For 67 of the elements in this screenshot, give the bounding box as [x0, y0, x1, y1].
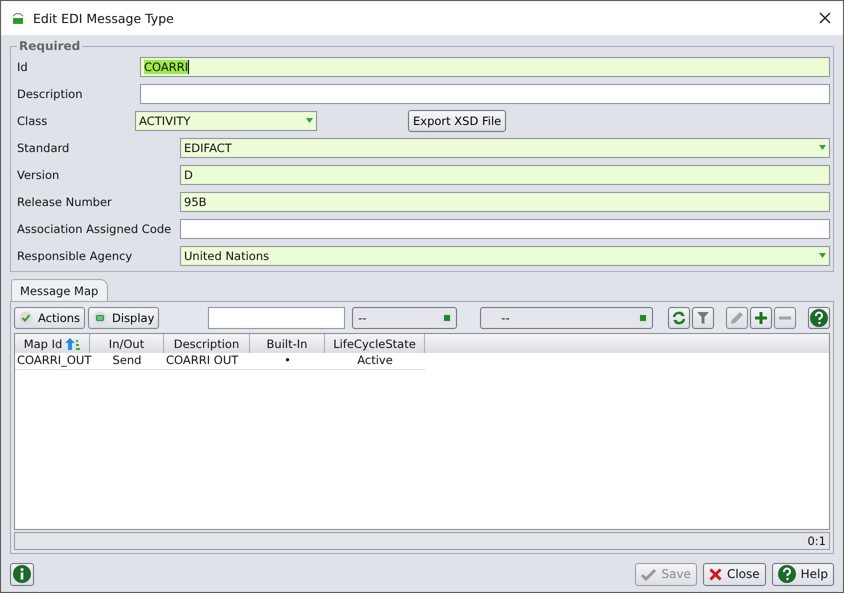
app-icon	[11, 11, 25, 25]
input-field[interactable]: COARRI	[140, 56, 830, 76]
field-label: Responsible Agency	[17, 248, 134, 262]
group-title: Required	[18, 39, 82, 53]
field-label: Id	[17, 60, 29, 74]
window-title: Edit EDI Message Type	[33, 10, 175, 26]
tab[interactable]: Message Map	[11, 279, 108, 301]
field-label: Standard	[17, 140, 70, 154]
pencil-icon	[730, 311, 744, 325]
help-button[interactable]: Help	[772, 562, 834, 586]
input-field[interactable]: D	[180, 164, 830, 184]
filter-icon	[696, 311, 710, 325]
minus-icon	[778, 316, 791, 320]
close-icon	[708, 568, 722, 580]
filter-field[interactable]	[208, 307, 346, 329]
caret-icon	[819, 145, 826, 150]
export-xsd-button[interactable]: Export XSD File	[408, 110, 506, 132]
display-button[interactable]: Display	[88, 307, 160, 329]
column-header[interactable]: Built-In	[250, 334, 325, 353]
field-label: Class	[17, 114, 48, 128]
column-header[interactable]: Map Id	[15, 334, 90, 353]
field-label: Release Number	[17, 194, 113, 208]
field-label: Description	[17, 86, 84, 100]
dropdown[interactable]: EDIFACT	[180, 138, 830, 158]
table-cell-text: COARRI OUT	[165, 353, 240, 369]
field-label: Version	[17, 168, 60, 182]
add-button[interactable]	[750, 307, 772, 329]
refresh-icon	[670, 310, 687, 326]
column-header[interactable]: In/Out	[90, 334, 164, 353]
filter-button[interactable]	[692, 307, 714, 329]
input-value: 95B	[184, 194, 207, 208]
table-cell-text: Active	[356, 353, 394, 369]
field-label: Association Assigned Code	[17, 222, 172, 236]
display-icon	[93, 311, 108, 325]
help-icon	[810, 309, 828, 327]
info-button[interactable]	[10, 562, 34, 586]
input-value: COARRI	[144, 60, 188, 74]
input-field[interactable]	[180, 218, 830, 238]
close-icon[interactable]	[819, 12, 831, 24]
dropdown[interactable]: ACTIVITY	[135, 110, 317, 130]
dropdown-value: ACTIVITY	[139, 114, 190, 128]
input-value: D	[184, 168, 193, 182]
row-count: 0:1	[807, 534, 826, 548]
caret-icon	[306, 118, 313, 123]
plus-icon	[754, 312, 767, 324]
table-cell-text: COARRI_OUT	[16, 353, 90, 369]
close-button[interactable]: Close	[702, 562, 766, 586]
dropdown[interactable]: United Nations	[180, 246, 830, 266]
dropdown-value: United Nations	[184, 248, 270, 262]
info-icon	[13, 565, 31, 583]
combo-box[interactable]: --	[480, 307, 653, 329]
table-cell-text: •	[283, 353, 292, 369]
checkmark-icon	[641, 568, 656, 580]
column-header[interactable]: Description	[164, 334, 250, 353]
column-header[interactable]: LifeCycleState	[325, 334, 425, 353]
table-cell-text: Send	[112, 353, 142, 369]
sort-ascending-icon	[65, 338, 80, 350]
input-field[interactable]	[140, 84, 830, 104]
input-field[interactable]: 95B	[180, 192, 830, 212]
dropdown-value: EDIFACT	[184, 140, 232, 154]
actions-button[interactable]: Actions	[14, 307, 86, 329]
help-icon	[778, 565, 796, 583]
checkmark-icon	[19, 311, 33, 325]
help-button[interactable]	[808, 307, 830, 329]
refresh-button[interactable]	[668, 307, 690, 329]
combo-box[interactable]: --	[352, 307, 458, 329]
caret-icon	[819, 253, 826, 258]
